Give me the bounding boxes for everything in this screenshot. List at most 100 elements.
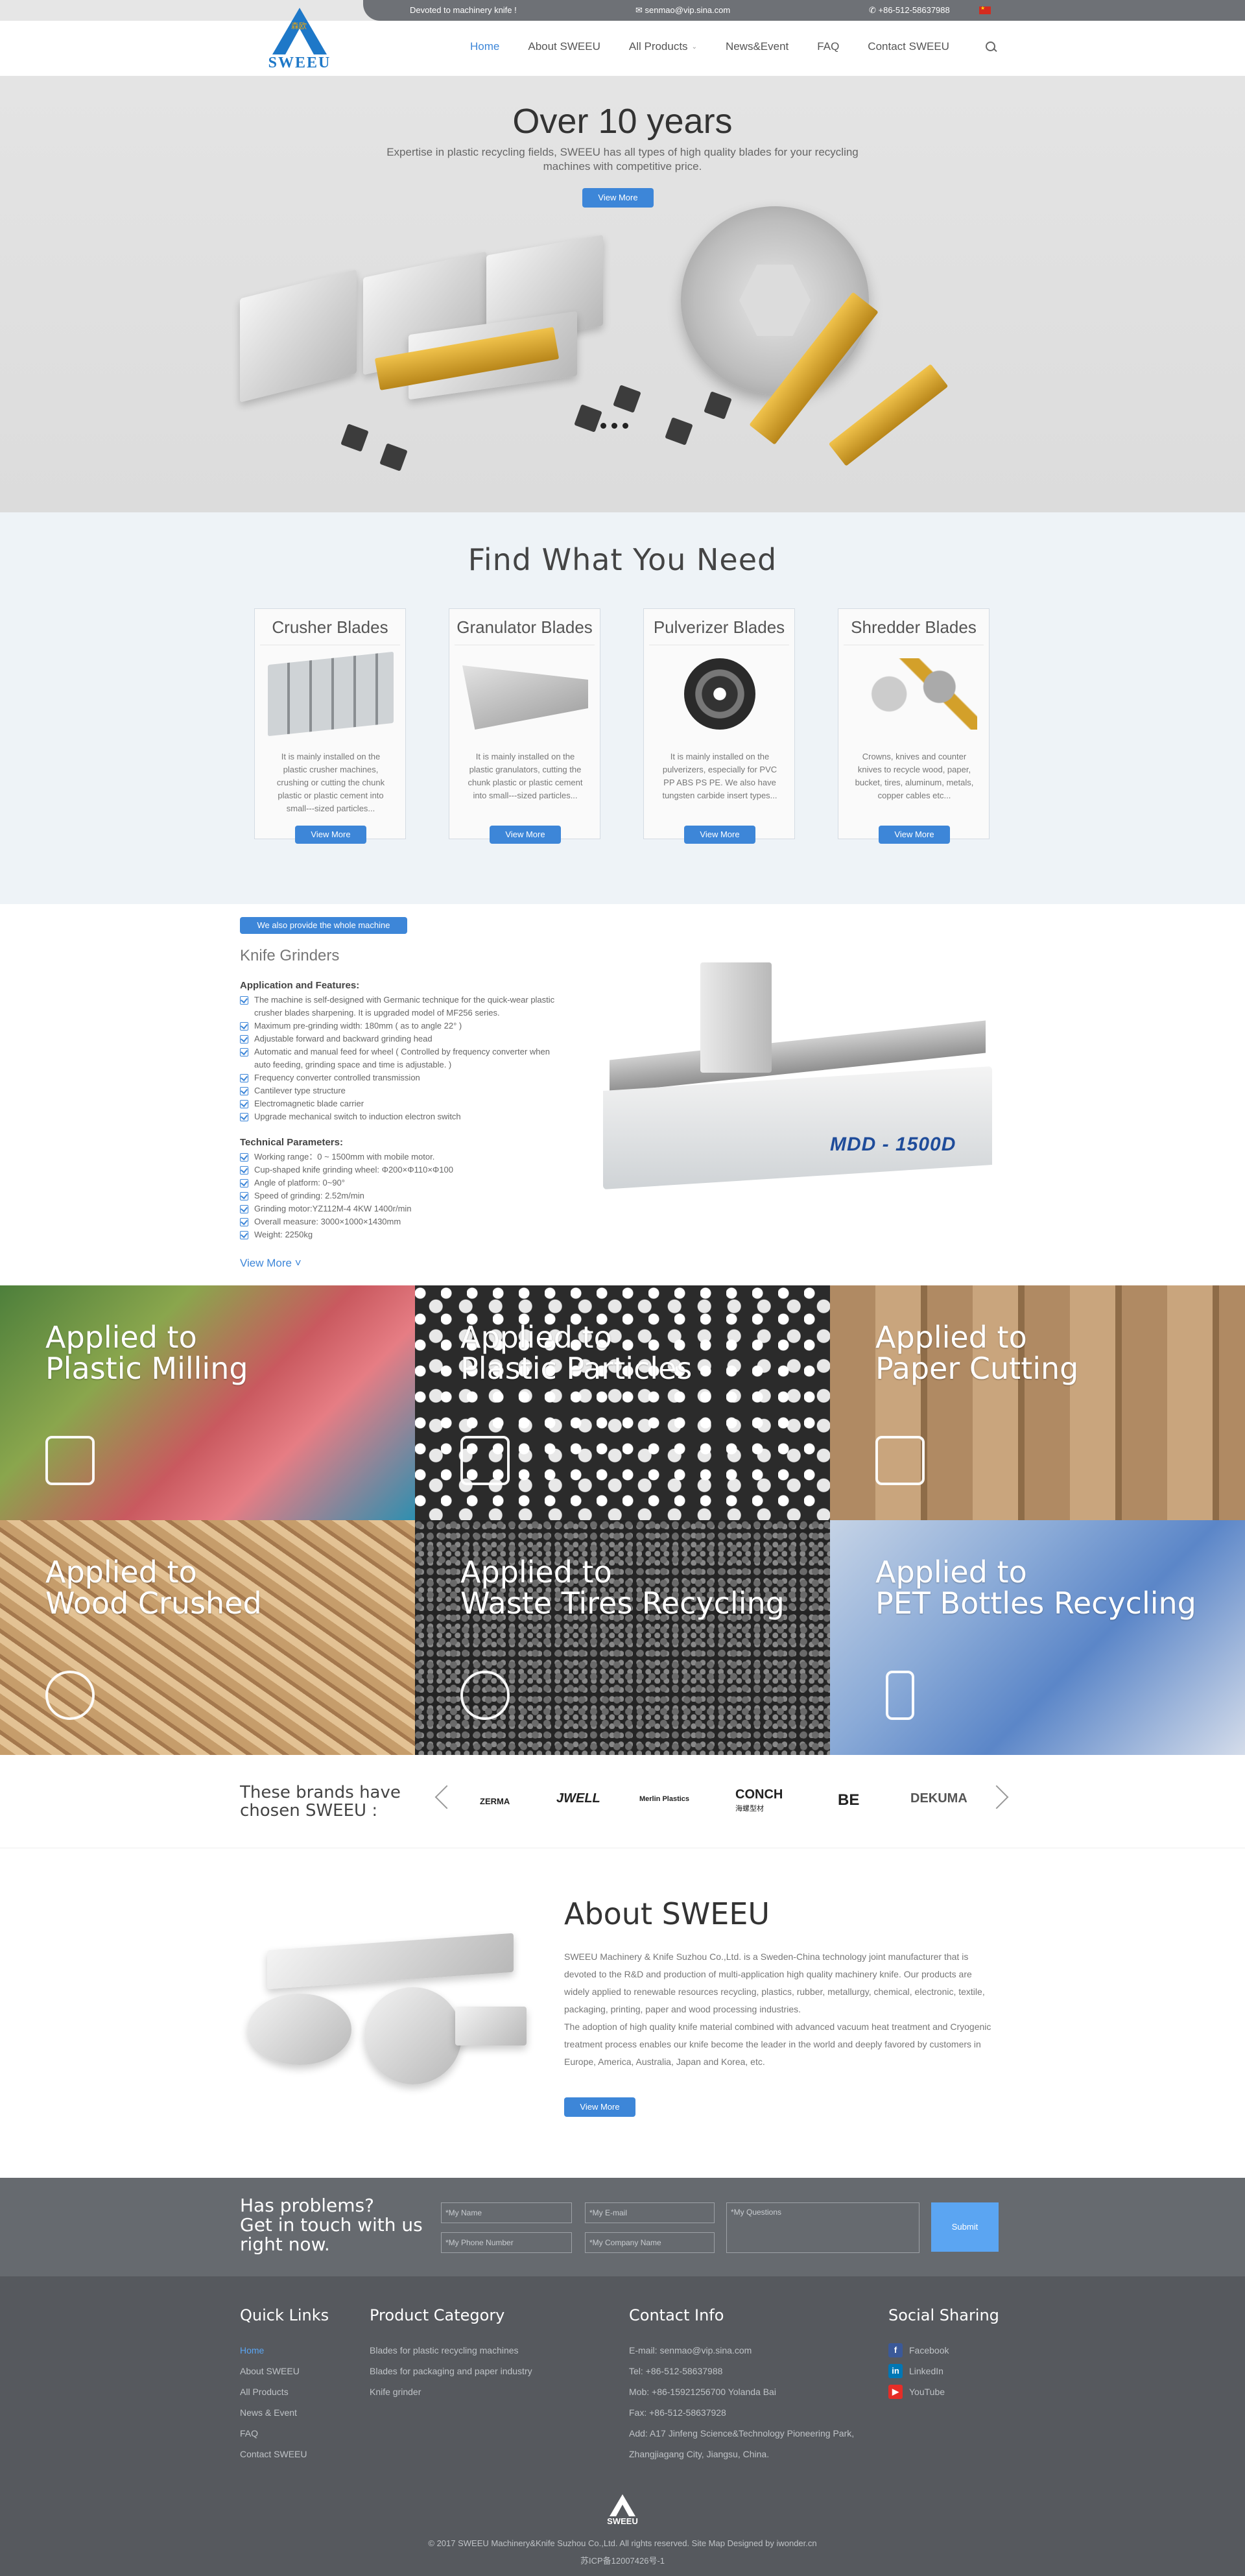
about-blades-image <box>241 1929 527 2084</box>
company-field[interactable]: *My Company Name <box>585 2232 715 2253</box>
brand-logo[interactable]: BE <box>838 1791 859 1809</box>
brand-logo[interactable]: CONCH <box>735 1787 783 1802</box>
footer-link[interactable]: Blades for packaging and paper industry <box>370 2361 532 2381</box>
title-line: Applied to <box>460 1320 612 1355</box>
application-tile[interactable]: Applied to Plastic Milling <box>0 1285 415 1520</box>
questions-field[interactable]: *My Questions <box>726 2202 919 2253</box>
facebook-icon: f <box>888 2343 903 2357</box>
nav-contact[interactable]: Contact SWEEU <box>868 40 949 53</box>
title-line: right now. <box>240 2234 330 2255</box>
placeholder: *My Name <box>445 2208 482 2217</box>
slider-dot[interactable] <box>622 423 628 429</box>
footer-link[interactable]: FAQ <box>240 2423 329 2444</box>
footer-link[interactable]: Contact SWEEU <box>240 2444 329 2464</box>
chevron-right-icon[interactable] <box>984 1785 1009 1809</box>
brand-logo[interactable]: DEKUMA <box>910 1791 967 1806</box>
tech-item: Overall measure: 3000×1000×1430mm <box>240 1215 558 1228</box>
find-title: Find What You Need <box>468 542 777 577</box>
nav-about[interactable]: About SWEEU <box>528 40 600 53</box>
phone-field[interactable]: *My Phone Number <box>441 2232 572 2253</box>
title-line: These brands have <box>240 1783 401 1802</box>
card-view-more-button[interactable]: View More <box>879 826 950 844</box>
pulverizer-blades-image[interactable] <box>684 658 755 730</box>
email-field[interactable]: *My E-mail <box>585 2202 715 2223</box>
application-tile[interactable]: Applied to PET Bottles Recycling <box>830 1520 1245 1755</box>
icp-license[interactable]: 苏ICP备12007426号-1 <box>0 2554 1245 2566</box>
footer-link[interactable]: Home <box>240 2340 329 2361</box>
card-title[interactable]: Granulator Blades <box>455 609 595 645</box>
title-line: chosen SWEEU : <box>240 1801 378 1820</box>
feature-item: Electromagnetic blade carrier <box>240 1097 558 1110</box>
about-view-more-button[interactable]: View More <box>564 2097 635 2117</box>
social-label: LinkedIn <box>909 2366 943 2376</box>
logo[interactable]: 森欧 SWEEU <box>266 3 333 74</box>
tech-item: Working range：0 ~ 1500mm with mobile mot… <box>240 1151 558 1163</box>
slider-dot[interactable] <box>600 423 606 429</box>
hero-subtitle: Expertise in plastic recycling fields, S… <box>386 146 859 173</box>
top-bar-info: Devoted to machinery knife ! ✉ senmao@vi… <box>363 0 1245 21</box>
nav-faq[interactable]: FAQ <box>817 40 839 53</box>
card-view-more-button[interactable]: View More <box>684 826 755 844</box>
features-list: The machine is self-designed with German… <box>240 994 558 1123</box>
footer-logo[interactable]: SWEEU <box>603 2494 642 2527</box>
top-bar: Devoted to machinery knife ! ✉ senmao@vi… <box>0 0 1245 21</box>
nav-label: FAQ <box>817 40 840 53</box>
top-bar-email[interactable]: ✉ senmao@vip.sina.com <box>635 5 730 16</box>
slider-dot[interactable] <box>611 423 617 429</box>
china-flag-icon[interactable] <box>979 5 991 14</box>
footer-info-line: Mob: +86-15921256700 Yolanda Bai <box>629 2387 776 2397</box>
nav-home[interactable]: Home <box>470 40 499 53</box>
hero-view-more-button[interactable]: View More <box>582 188 654 208</box>
footer-link[interactable]: About SWEEU <box>240 2361 329 2381</box>
title-line: Get in touch with us <box>240 2214 423 2236</box>
card-text: Crowns, knives and counter knives to rec… <box>855 752 974 800</box>
product-card[interactable]: Pulverizer Blades It is mainly installed… <box>643 608 795 844</box>
nav-news[interactable]: News&Event <box>726 40 788 53</box>
card-view-more-button[interactable]: View More <box>295 826 366 844</box>
footer-link[interactable]: Blades for plastic recycling machines <box>370 2340 532 2361</box>
footer-link[interactable]: News & Event <box>240 2402 329 2423</box>
application-tile[interactable]: Applied to Plastic Particles <box>415 1285 830 1520</box>
shredder-blades-image[interactable] <box>851 658 977 730</box>
brand-logo[interactable]: Merlin Plastics <box>639 1795 689 1803</box>
insert-shape <box>613 385 641 413</box>
footer-info-line: Tel: +86-512-58637988 <box>629 2366 723 2376</box>
brand-logo[interactable]: JWELL <box>556 1791 600 1806</box>
product-card[interactable]: Shredder Blades Crowns, knives and count… <box>838 608 990 844</box>
facebook-link[interactable]: f Facebook <box>888 2340 999 2361</box>
submit-button[interactable]: Submit <box>931 2202 999 2252</box>
factory-icon <box>45 1436 95 1485</box>
nav-label: About SWEEU <box>528 40 600 53</box>
granulator-blades-image[interactable] <box>462 665 588 730</box>
blade-shape <box>455 2007 527 2045</box>
logo-text: SWEEU <box>268 54 331 71</box>
footer-link[interactable]: Knife grinder <box>370 2381 532 2402</box>
grinder-specs: Application and Features: The machine is… <box>240 979 558 1254</box>
blade-disc-shape <box>248 1994 351 2065</box>
grinder-view-more-link[interactable]: View More ˅ <box>240 1257 302 1270</box>
footer-link[interactable]: All Products <box>240 2381 329 2402</box>
placeholder: *My Phone Number <box>445 2238 514 2247</box>
title-line: Applied to <box>45 1555 197 1590</box>
search-icon[interactable] <box>984 40 997 53</box>
application-tile[interactable]: Applied to Waste Tires Recycling <box>415 1520 830 1755</box>
social-sharing: Social Sharing f Facebook in LinkedIn ▶ You… <box>888 2306 999 2402</box>
about-paragraph: SWEEU Machinery & Knife Suzhou Co.,Ltd. … <box>564 1951 985 2014</box>
placeholder: *My Company Name <box>589 2238 661 2247</box>
card-view-more-button[interactable]: View More <box>490 826 561 844</box>
application-tile[interactable]: Applied to Wood Crushed <box>0 1520 415 1755</box>
nav-all-products[interactable]: All Products ⌄ <box>629 40 697 53</box>
brand-logo[interactable]: ZERMA <box>480 1796 510 1806</box>
card-title[interactable]: Pulverizer Blades <box>649 609 789 645</box>
chevron-left-icon[interactable] <box>434 1785 459 1809</box>
card-title[interactable]: Shredder Blades <box>844 609 984 645</box>
product-card[interactable]: Granulator Blades It is mainly installed… <box>449 608 600 844</box>
product-card[interactable]: Crusher Blades It is mainly installed on… <box>254 608 406 844</box>
application-tile[interactable]: Applied to Paper Cutting <box>830 1285 1245 1520</box>
card-title[interactable]: Crusher Blades <box>260 609 400 645</box>
name-field[interactable]: *My Name <box>441 2202 572 2223</box>
grinder-title: Knife Grinders <box>240 947 340 964</box>
youtube-link[interactable]: ▶ YouTube <box>888 2381 999 2402</box>
linkedin-link[interactable]: in LinkedIn <box>888 2361 999 2381</box>
crusher-blades-image[interactable] <box>268 651 394 737</box>
